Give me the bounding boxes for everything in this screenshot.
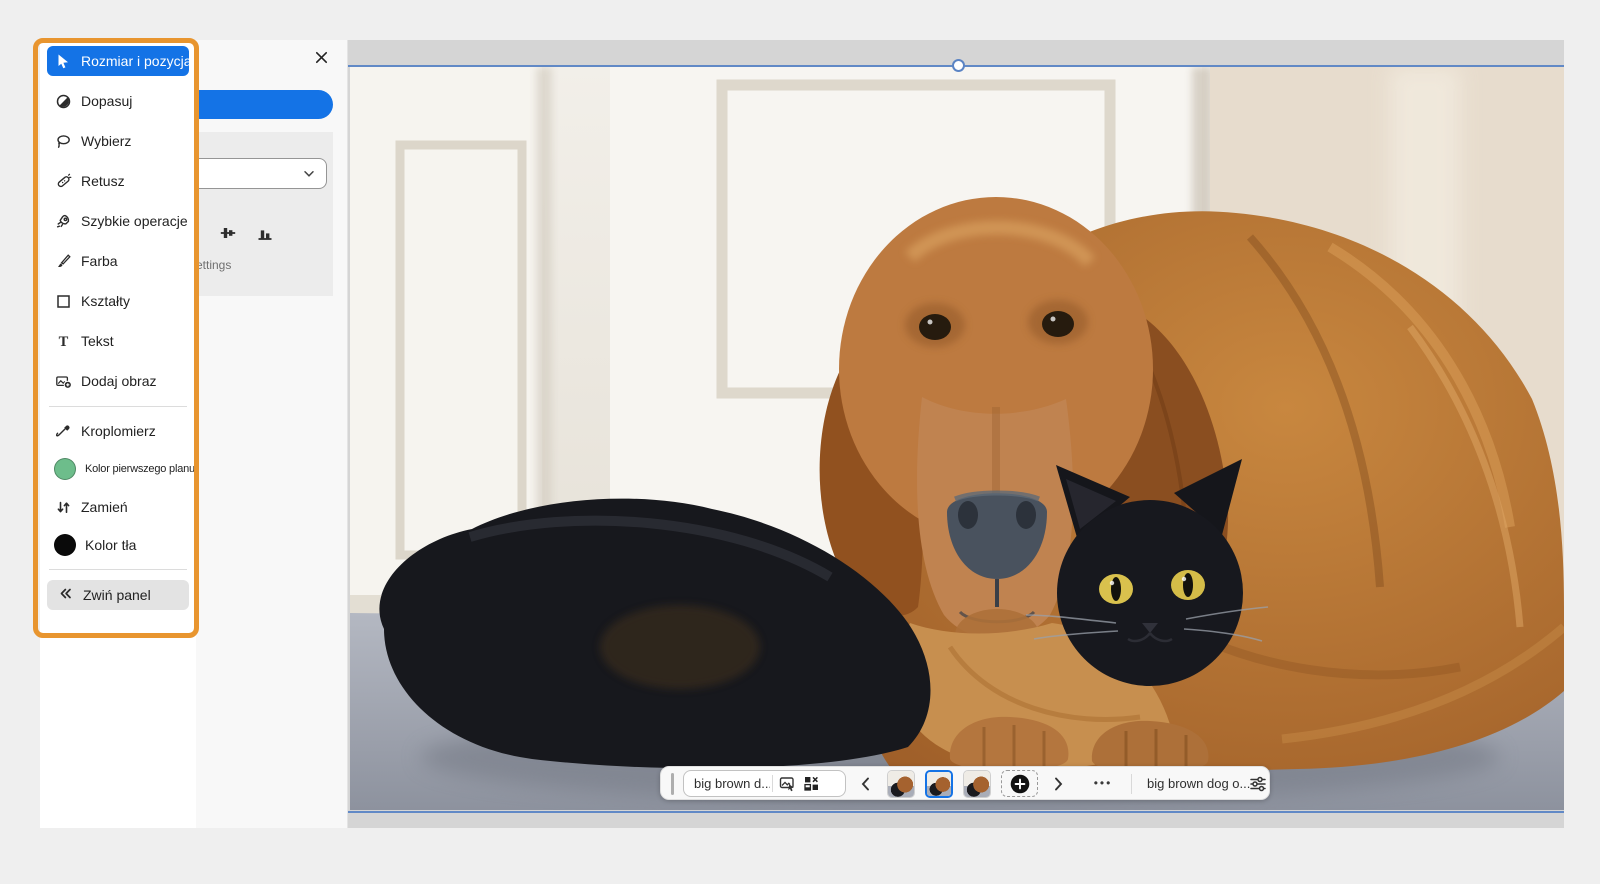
swap-arrows-icon <box>54 498 72 516</box>
dog-cat-photo <box>350 67 1564 810</box>
selection-bottom-line <box>348 811 1564 813</box>
tools-panel: Rozmiar i pozycja Dopasuj Wybierz Retusz <box>40 40 196 828</box>
retouch-bandage-icon <box>54 172 72 190</box>
tool-label: Farba <box>81 253 118 269</box>
rocket-icon <box>54 212 72 230</box>
thumbnail-image <box>888 771 914 797</box>
add-image-icon <box>54 372 72 390</box>
shapes-square-icon <box>54 292 72 310</box>
foreground-color-tool[interactable]: Kolor pierwszego planu <box>47 455 189 483</box>
tool-retouch[interactable]: Retusz <box>47 166 189 196</box>
result-label[interactable]: big brown dog o... <box>1147 767 1255 801</box>
variations-grid-icon[interactable] <box>803 775 820 792</box>
sliders-icon[interactable] <box>1249 775 1267 793</box>
add-variation-button[interactable] <box>1001 770 1038 797</box>
drag-handle[interactable] <box>671 773 674 795</box>
variation-thumbnail-2-selected[interactable] <box>925 770 953 798</box>
eyedropper-icon <box>54 422 72 440</box>
collapse-label: Zwiń panel <box>83 587 151 603</box>
tool-label: Retusz <box>81 173 125 189</box>
divider <box>772 775 773 792</box>
tool-select[interactable]: Wybierz <box>47 126 189 156</box>
adjust-contrast-icon <box>54 92 72 110</box>
selection-handle[interactable] <box>952 59 965 72</box>
tool-label: Rozmiar i pozycja <box>81 53 191 69</box>
divider <box>49 569 187 570</box>
foreground-color-swatch[interactable] <box>54 458 76 480</box>
tool-eyedropper[interactable]: Kroplomierz <box>47 417 189 445</box>
divider <box>1131 774 1132 794</box>
background-color-tool[interactable]: Kolor tła <box>47 531 189 559</box>
tool-label: Dodaj obraz <box>81 373 157 389</box>
align-vertical-center-icon[interactable] <box>219 224 237 242</box>
tool-size-position[interactable]: Rozmiar i pozycja <box>47 46 189 76</box>
chevron-left-icon[interactable] <box>857 775 875 793</box>
prompt-input[interactable]: big brown d... <box>683 770 846 797</box>
text-icon: T <box>54 332 72 350</box>
tool-adjust[interactable]: Dopasuj <box>47 86 189 116</box>
tool-label: Kroplomierz <box>81 423 156 439</box>
tool-label: Dopasuj <box>81 93 132 109</box>
close-icon <box>313 49 330 66</box>
thumbnail-image <box>927 772 951 796</box>
svg-text:T: T <box>58 334 68 350</box>
tool-label: Kolor pierwszego planu <box>85 463 195 475</box>
close-panel-button[interactable] <box>310 46 332 68</box>
tool-add-image[interactable]: Dodaj obraz <box>47 366 189 396</box>
tool-label: Kolor tła <box>85 537 136 553</box>
prompt-text: big brown d... <box>684 776 770 791</box>
variation-thumbnail-1[interactable] <box>887 770 915 798</box>
canvas-workspace: big brown d... ••• <box>348 40 1564 828</box>
tool-label: Szybkie operacje <box>81 213 188 229</box>
collapse-chevrons-icon <box>57 585 74 605</box>
photo-editor-app: big brown d... ••• <box>0 0 1600 884</box>
properties-panel: ettings <box>196 40 348 828</box>
tool-paint[interactable]: Farba <box>47 246 189 276</box>
divider <box>49 406 187 407</box>
tool-label: Tekst <box>81 333 114 349</box>
chevron-down-icon <box>301 166 317 182</box>
plus-circle-icon <box>1010 774 1030 794</box>
tool-quick-actions[interactable]: Szybkie operacje <box>47 206 189 236</box>
background-color-swatch[interactable] <box>54 534 76 556</box>
swap-colors-tool[interactable]: Zamień <box>47 493 189 521</box>
paint-brush-icon <box>54 252 72 270</box>
tool-label: Kształty <box>81 293 130 309</box>
canvas-image[interactable] <box>350 67 1564 810</box>
tool-text[interactable]: T Tekst <box>47 326 189 356</box>
image-picker-icon[interactable] <box>779 775 796 792</box>
tool-shapes[interactable]: Kształty <box>47 286 189 316</box>
collapse-panel-button[interactable]: Zwiń panel <box>47 580 189 610</box>
align-bottom-icon[interactable] <box>256 224 274 242</box>
lasso-select-icon <box>54 132 72 150</box>
tool-label: Zamień <box>81 499 128 515</box>
variation-thumbnail-3[interactable] <box>963 770 991 798</box>
tool-list: Rozmiar i pozycja Dopasuj Wybierz Retusz <box>47 46 189 610</box>
tool-label: Wybierz <box>81 133 131 149</box>
chevron-right-icon[interactable] <box>1049 775 1067 793</box>
prompt-bar: big brown d... ••• <box>660 766 1270 800</box>
more-options-button[interactable]: ••• <box>1085 767 1121 801</box>
move-cursor-icon <box>54 52 72 70</box>
settings-label: ettings <box>196 258 231 272</box>
thumbnail-image <box>964 771 990 797</box>
